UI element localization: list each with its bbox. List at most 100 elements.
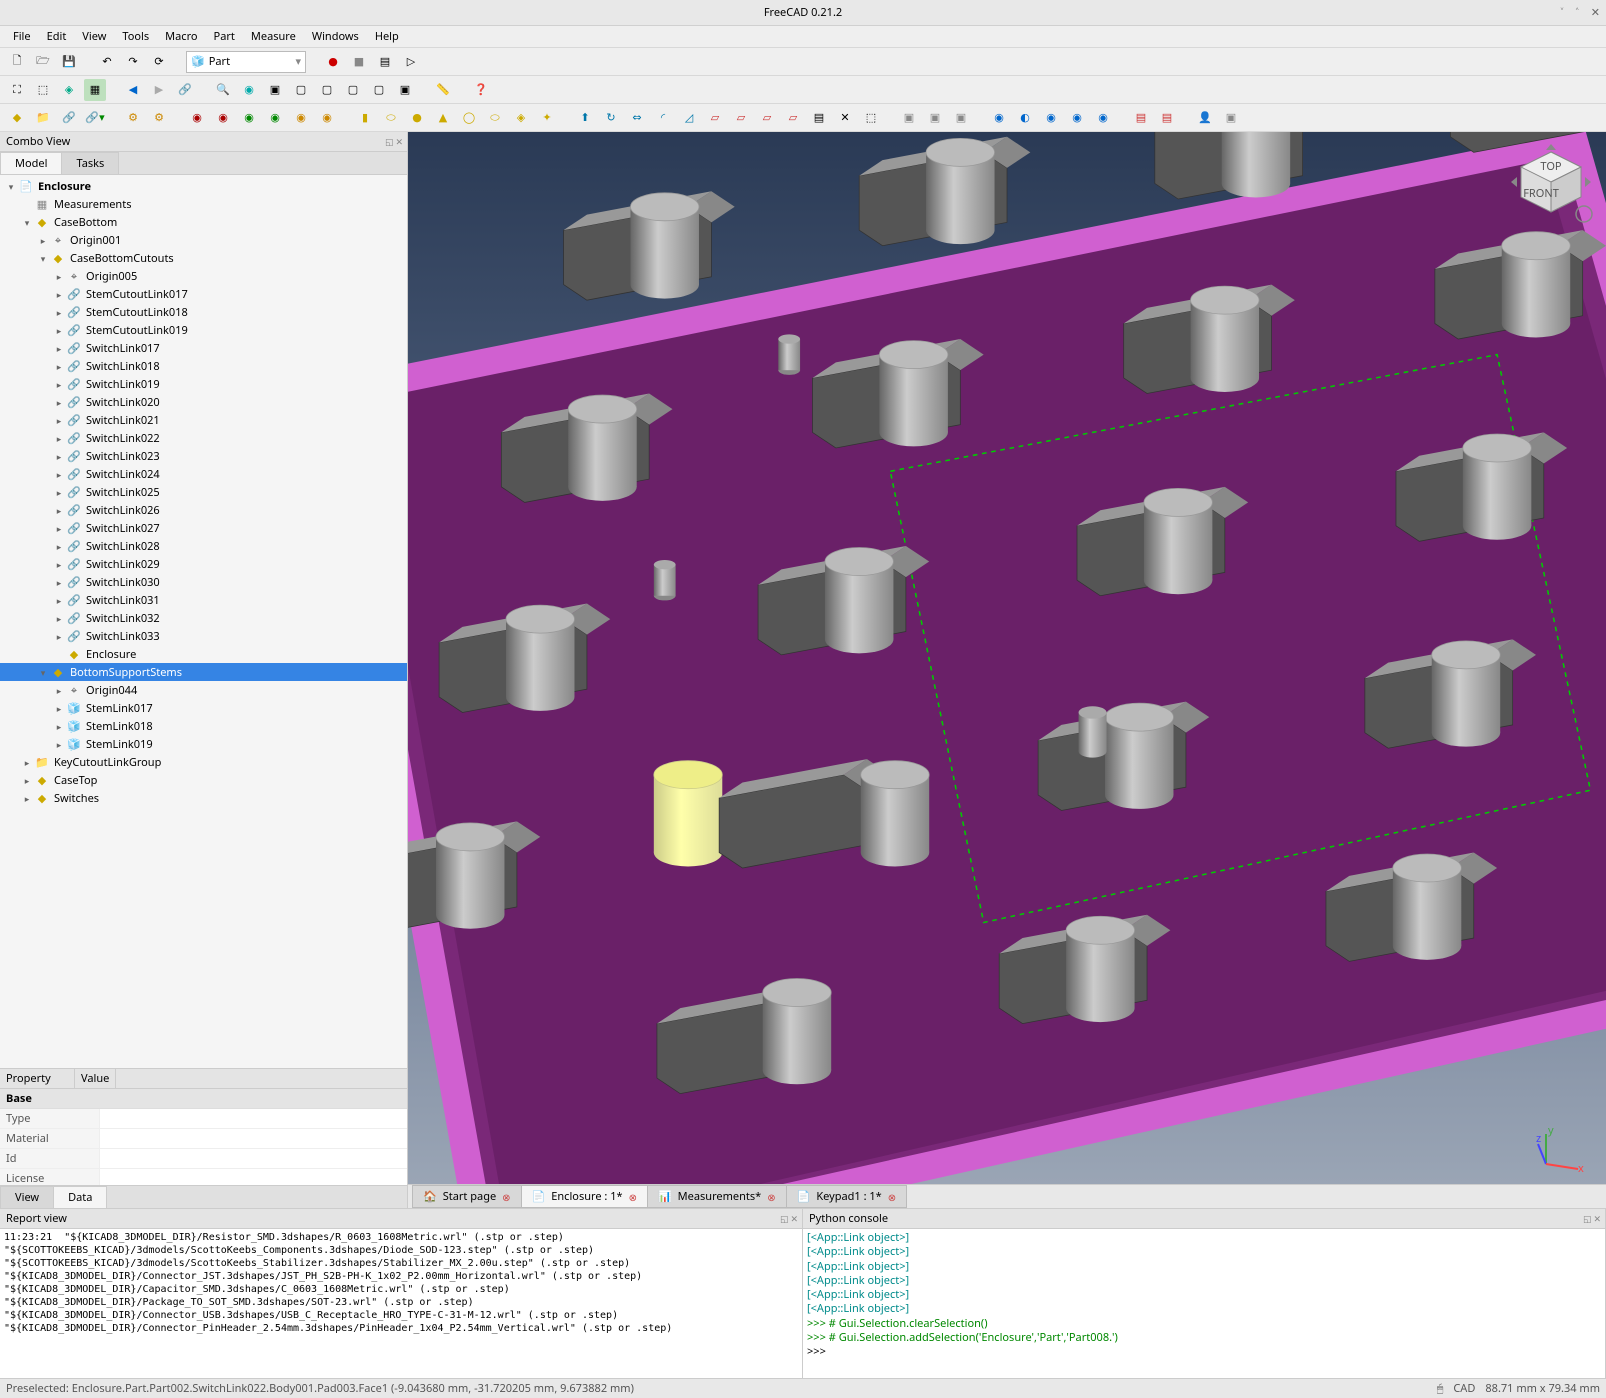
close-button[interactable]: ✕ — [1591, 5, 1600, 20]
split2-icon[interactable]: ▤ — [1156, 107, 1178, 129]
close-icon[interactable]: ⊗ — [888, 1190, 896, 1204]
link-actions-icon[interactable]: 🔗▾ — [84, 107, 106, 129]
expand-icon[interactable]: ▸ — [52, 684, 66, 697]
expand-icon[interactable]: ▸ — [36, 234, 50, 247]
menu-windows[interactable]: Windows — [305, 27, 366, 46]
tree-item-origin005[interactable]: ▸⌖Origin005 — [0, 267, 407, 285]
tree-item-switchlink018[interactable]: ▸🔗SwitchLink018 — [0, 357, 407, 375]
tree-item-casebottomcutouts[interactable]: ▾◆CaseBottomCutouts — [0, 249, 407, 267]
fuse-icon[interactable]: ◉ — [1040, 107, 1062, 129]
expand-icon[interactable]: ▸ — [52, 378, 66, 391]
report-close-icon[interactable]: ✕ — [790, 1212, 798, 1225]
expand-icon[interactable]: ▾ — [4, 180, 18, 193]
menu-macro[interactable]: Macro — [158, 27, 204, 46]
loft-icon[interactable]: ▱ — [756, 107, 778, 129]
new-file-icon[interactable]: 🗋 — [6, 51, 28, 73]
navigation-cube[interactable]: TOP FRONT — [1506, 142, 1596, 232]
tree-item-origin001[interactable]: ▸⌖Origin001 — [0, 231, 407, 249]
menu-file[interactable]: File — [6, 27, 38, 46]
cube-icon[interactable]: ▮ — [354, 107, 376, 129]
tree-item-stemlink017[interactable]: ▸🧊StemLink017 — [0, 699, 407, 717]
cross-icon[interactable]: ✕ — [834, 107, 856, 129]
cylinder-icon[interactable]: ⬭ — [380, 107, 402, 129]
bbox-icon[interactable]: ▣ — [264, 79, 286, 101]
tree-item-switchlink019[interactable]: ▸🔗SwitchLink019 — [0, 375, 407, 393]
expand-icon[interactable]: ▸ — [52, 540, 66, 553]
save-file-icon[interactable]: 💾 — [58, 51, 80, 73]
refresh-icon[interactable]: ⟳ — [148, 51, 170, 73]
vargroup-icon[interactable]: ⚙ — [122, 107, 144, 129]
tree-item-switchlink023[interactable]: ▸🔗SwitchLink023 — [0, 447, 407, 465]
tree-item-measurements[interactable]: ▦Measurements — [0, 195, 407, 213]
expand-icon[interactable]: ▸ — [52, 558, 66, 571]
tab-data[interactable]: Data — [53, 1186, 107, 1208]
macro-stop-icon[interactable]: ■ — [348, 51, 370, 73]
tree-item-switchlink017[interactable]: ▸🔗SwitchLink017 — [0, 339, 407, 357]
console-close-icon[interactable]: ✕ — [1593, 1212, 1601, 1225]
macro-list-icon[interactable]: ▤ — [374, 51, 396, 73]
common-icon[interactable]: ◉ — [1066, 107, 1088, 129]
tree-item-switchlink022[interactable]: ▸🔗SwitchLink022 — [0, 429, 407, 447]
nav-forward-icon[interactable]: ▶ — [148, 79, 170, 101]
menu-help[interactable]: Help — [368, 27, 406, 46]
workbench-selector[interactable]: 🧊 Part — [186, 51, 306, 73]
prop-row-license[interactable]: License — [0, 1169, 407, 1185]
property-table[interactable]: BaseTypeMaterialIdLicenseLicense URLColo… — [0, 1089, 407, 1185]
tree-item-switchlink024[interactable]: ▸🔗SwitchLink024 — [0, 465, 407, 483]
tree-item-stemlink018[interactable]: ▸🧊StemLink018 — [0, 717, 407, 735]
create-group-icon[interactable]: 📁 — [32, 107, 54, 129]
expand-icon[interactable]: ▸ — [20, 792, 34, 805]
report-view[interactable]: 11:23:21 "${KICAD8_3DMODEL_DIR}/Resistor… — [0, 1229, 802, 1378]
torus-icon[interactable]: ◯ — [458, 107, 480, 129]
tree-item-switchlink033[interactable]: ▸🔗SwitchLink033 — [0, 627, 407, 645]
expand-icon[interactable]: ▸ — [52, 324, 66, 337]
tree-item-switchlink025[interactable]: ▸🔗SwitchLink025 — [0, 483, 407, 501]
nav-back-icon[interactable]: ◀ — [122, 79, 144, 101]
menu-edit[interactable]: Edit — [40, 27, 74, 46]
compound2-icon[interactable]: ▣ — [924, 107, 946, 129]
expand-icon[interactable]: ▸ — [52, 504, 66, 517]
color3-icon[interactable]: ◉ — [238, 107, 260, 129]
status-nav-icon[interactable]: 🖱 — [1437, 1381, 1444, 1396]
doc-tab-start-page[interactable]: 🏠Start page⊗ — [412, 1185, 522, 1208]
menu-part[interactable]: Part — [207, 27, 242, 46]
link-nav-icon[interactable]: 🔗 — [174, 79, 196, 101]
macro-play-icon[interactable]: ▷ — [400, 51, 422, 73]
color2-icon[interactable]: ◉ — [212, 107, 234, 129]
expand-icon[interactable]: ▸ — [52, 342, 66, 355]
extrude-icon[interactable]: ⬆ — [574, 107, 596, 129]
minimize-button[interactable]: ˅ — [1561, 5, 1564, 20]
expand-icon[interactable]: ▸ — [52, 396, 66, 409]
tree-item-stemlink019[interactable]: ▸🧊StemLink019 — [0, 735, 407, 753]
section-icon[interactable]: ▤ — [808, 107, 830, 129]
expand-icon[interactable]: ▸ — [52, 468, 66, 481]
cone-icon[interactable]: ▲ — [432, 107, 454, 129]
tree-item-casetop[interactable]: ▸◆CaseTop — [0, 771, 407, 789]
3d-viewport[interactable]: TOP FRONT y z x — [408, 132, 1606, 1184]
tree-item-switchlink031[interactable]: ▸🔗SwitchLink031 — [0, 591, 407, 609]
expand-icon[interactable]: ▾ — [36, 666, 50, 679]
tree-item-stemcutoutlink017[interactable]: ▸🔗StemCutoutLink017 — [0, 285, 407, 303]
expand-icon[interactable]: ▸ — [52, 720, 66, 733]
expand-icon[interactable]: ▸ — [52, 414, 66, 427]
undo-icon[interactable]: ↶ — [96, 51, 118, 73]
expand-icon[interactable]: ▸ — [52, 630, 66, 643]
color6-icon[interactable]: ◉ — [316, 107, 338, 129]
tree-item-stemcutoutlink019[interactable]: ▸🔗StemCutoutLink019 — [0, 321, 407, 339]
tree-item-origin044[interactable]: ▸⌖Origin044 — [0, 681, 407, 699]
tree-item-keycutoutlinkgroup[interactable]: ▸📁KeyCutoutLinkGroup — [0, 753, 407, 771]
expand-icon[interactable]: ▸ — [52, 612, 66, 625]
wireframe2-icon[interactable]: ▢ — [316, 79, 338, 101]
menu-measure[interactable]: Measure — [244, 27, 303, 46]
ruled-icon[interactable]: ▱ — [730, 107, 752, 129]
color5-icon[interactable]: ◉ — [290, 107, 312, 129]
doc-tab-enclosure-1-[interactable]: 📄Enclosure : 1*⊗ — [521, 1185, 648, 1208]
close-icon[interactable]: ⊗ — [767, 1190, 775, 1204]
whatsthis-icon[interactable]: ❓ — [470, 79, 492, 101]
fit-all-icon[interactable]: ⛶ — [6, 79, 28, 101]
tube-icon[interactable]: ⬭ — [484, 107, 506, 129]
expand-icon[interactable]: ▸ — [52, 522, 66, 535]
panel-float-icon[interactable]: ◱ — [385, 135, 394, 148]
expand-icon[interactable]: ▸ — [52, 306, 66, 319]
compound3-icon[interactable]: ▣ — [950, 107, 972, 129]
